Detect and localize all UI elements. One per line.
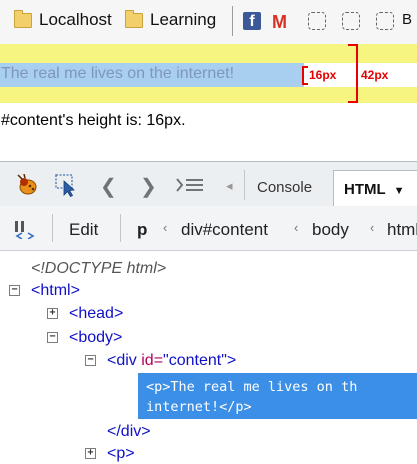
selected-node-line: <p>The real me lives on th [146,379,358,395]
toolbar-separator [52,214,53,242]
breadcrumb-separator-icon: ‹ [370,220,375,235]
dropdown-arrow-icon[interactable]: ▼ [394,185,405,197]
breadcrumb-separator-icon: ‹ [294,220,299,235]
gmail-icon[interactable]: M [272,12,287,33]
tree-doctype[interactable]: <!DOCTYPE html> [31,260,166,278]
expand-toggle-icon[interactable]: + [85,448,96,459]
devtools-toolbar: ❮ ❯ ◂ Console HTML ▼ [0,161,417,207]
bookmark-label: Localhost [39,10,112,29]
bookmark-localhost[interactable]: Localhost [14,9,112,30]
toolbar-separator [244,170,245,200]
break-on-mutate-icon[interactable] [13,219,37,239]
outer-height-line [356,44,358,103]
breadcrumb-html[interactable]: html [387,220,417,240]
inner-height-label: 16px [309,68,337,82]
facebook-icon[interactable]: f [243,12,261,30]
expand-toggle-icon[interactable]: + [47,308,58,319]
bookmark-label: Learning [150,10,217,29]
selected-node-text: <p>The real me lives on th internet!</p> [146,377,357,417]
inspect-element-icon[interactable] [54,173,80,197]
attribute-name: id= [141,352,164,369]
toolbar-separator [120,214,121,242]
breadcrumb-div-content[interactable]: div#content [181,220,268,240]
bookmarks-bar: Localhost Learning f M B [0,0,417,44]
tag-name: <div [107,352,142,369]
collapse-toggle-icon[interactable]: − [9,285,20,296]
tree-node-div-content[interactable]: <div id="content"> [107,352,236,370]
collapse-toggle-icon[interactable]: − [47,332,58,343]
edit-button[interactable]: Edit [69,220,98,240]
breadcrumb-p[interactable]: p [137,220,147,240]
tree-node-div-close[interactable]: </div> [107,423,151,441]
content-paragraph: The real me lives on the internet! [1,65,235,82]
firebug-icon[interactable] [14,174,40,196]
bookmark-truncated-label[interactable]: B [402,11,412,28]
tree-node-head[interactable]: <head> [69,305,123,323]
margin-highlight-top [0,44,417,63]
tree-node-body[interactable]: <body> [69,329,122,347]
breadcrumb-separator-icon: ‹ [163,220,168,235]
inner-height-cap-bottom [302,83,308,85]
height-message: #content's height is: 16px. [1,112,186,129]
inner-height-cap-top [302,66,308,68]
outer-height-cap-top [348,44,356,46]
tab-html[interactable]: HTML ▼ [333,170,417,207]
tab-html-label: HTML [344,181,386,198]
back-arrow-icon[interactable]: ❮ [100,174,117,199]
command-line-icon[interactable] [176,177,204,193]
html-panel-toolbar: Edit p ‹ div#content ‹ body ‹ html [0,206,417,251]
tree-node-html[interactable]: <html> [31,282,80,300]
outer-height-label: 42px [361,68,389,82]
scroll-tabs-left-icon[interactable]: ◂ [226,178,233,194]
extension-placeholder-icon[interactable] [342,12,360,30]
attribute-value: "content" [163,352,227,369]
breadcrumb-body[interactable]: body [312,220,349,240]
toolbar-separator [232,6,233,36]
extension-placeholder-icon[interactable] [376,12,394,30]
tree-node-p[interactable]: <p> [107,445,135,463]
folder-icon [14,9,32,28]
outer-height-cap-bottom [348,101,356,103]
bookmark-learning[interactable]: Learning [125,9,217,30]
collapse-toggle-icon[interactable]: − [85,355,96,366]
folder-icon [125,9,143,28]
selected-node-line: internet!</p> [146,399,252,415]
extension-placeholder-icon[interactable] [308,12,326,30]
forward-arrow-icon[interactable]: ❯ [140,174,157,199]
tab-console[interactable]: Console [257,179,312,196]
tag-end: > [226,352,237,369]
